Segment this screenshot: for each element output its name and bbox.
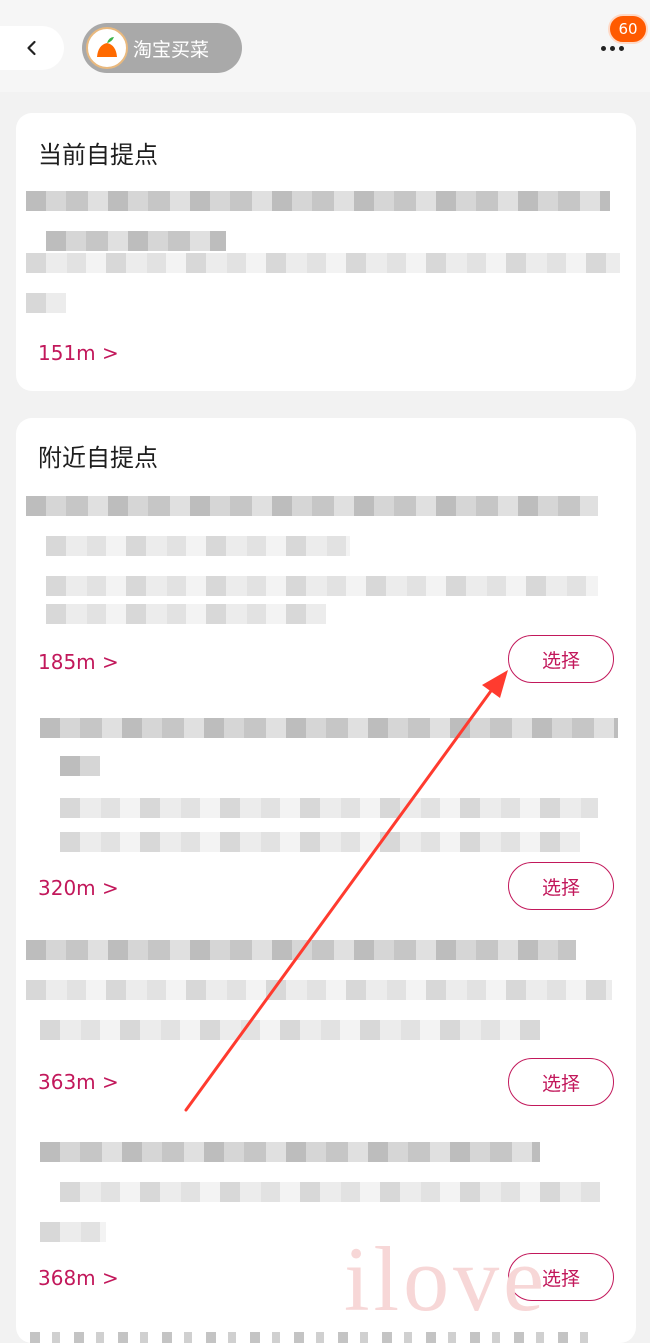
blurred-address xyxy=(26,293,66,313)
select-button[interactable]: 选择 xyxy=(508,635,614,683)
distance-link[interactable]: 151m > xyxy=(38,341,119,365)
blurred-address xyxy=(26,253,620,273)
watermark: ilove xyxy=(344,1228,548,1330)
nearby-pickup-card: 附近自提点 185m > 选择 320m > 选择 363m > 选择 368m… xyxy=(16,418,636,1343)
current-pickup-title: 当前自提点 xyxy=(38,141,158,169)
blurred-address xyxy=(60,756,100,776)
blurred-address xyxy=(46,536,350,556)
nearby-pickup-title: 附近自提点 xyxy=(38,444,158,472)
top-bar: 淘宝买菜 60 xyxy=(0,0,650,92)
distance-link[interactable]: 185m > xyxy=(38,650,119,674)
blurred-address xyxy=(60,1182,600,1202)
distance-link[interactable]: 320m > xyxy=(38,876,119,900)
current-pickup-card: 当前自提点 151m > xyxy=(16,113,636,391)
blurred-address xyxy=(26,940,576,960)
blurred-address xyxy=(40,1222,106,1242)
more-dots-icon xyxy=(600,45,606,51)
notification-badge: 60 xyxy=(608,14,648,44)
app-name: 淘宝买菜 xyxy=(133,38,210,61)
more-dot xyxy=(618,45,624,51)
distance-link[interactable]: 363m > xyxy=(38,1070,119,1094)
select-button[interactable]: 选择 xyxy=(508,1058,614,1106)
blurred-address xyxy=(40,718,618,738)
blurred-address xyxy=(60,832,580,852)
distance-link[interactable]: 368m > xyxy=(38,1266,119,1290)
blurred-address xyxy=(26,496,598,516)
select-button[interactable]: 选择 xyxy=(508,862,614,910)
back-button[interactable] xyxy=(0,26,64,70)
more-dot xyxy=(609,45,615,51)
blurred-address xyxy=(46,576,598,596)
chevron-left-icon xyxy=(27,40,36,56)
blurred-address xyxy=(40,1142,540,1162)
orange-fruit-icon xyxy=(86,27,128,69)
app-title-pill[interactable]: 淘宝买菜 xyxy=(82,23,242,73)
blurred-address xyxy=(26,980,612,1000)
blurred-address xyxy=(46,231,226,251)
blurred-address xyxy=(60,798,598,818)
blurred-address xyxy=(30,1332,590,1343)
blurred-address xyxy=(46,604,326,624)
blurred-address xyxy=(26,191,610,211)
blurred-address xyxy=(40,1020,540,1040)
